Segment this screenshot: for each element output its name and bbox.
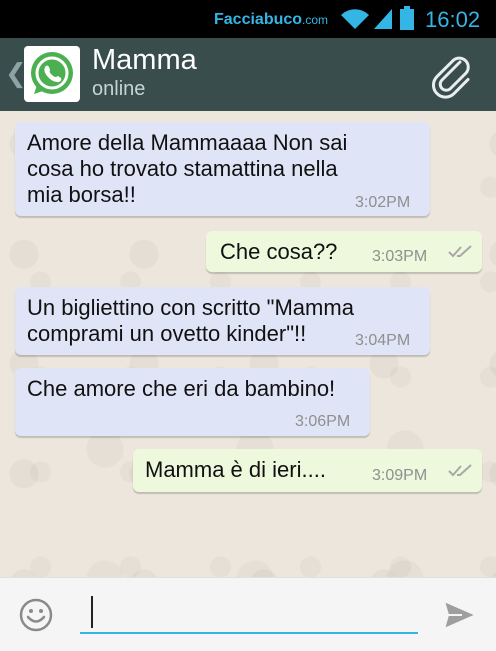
message-time: 3:09PM [372,467,428,484]
message-time: 3:04PM [355,332,411,349]
whatsapp-logo-icon [31,52,73,94]
message-bubble-outgoing[interactable]: Mamma è di ieri.... 3:09PM [133,449,482,492]
message-input[interactable] [80,594,418,634]
contact-name[interactable]: Mamma [92,44,197,77]
text-cursor [91,596,93,628]
double-check-icon [448,245,472,258]
status-bar: Facciabuco.com 16:02 [0,0,496,38]
message-time: 3:03PM [372,248,428,265]
message-line: Amore della Mammaaaa Non sai [27,130,348,155]
message-bubble-incoming[interactable]: Che amore che eri da bambino! 3:06PM [15,368,370,436]
message-line: Che amore che eri da bambino! [27,376,336,401]
contact-status: online [92,78,146,100]
message-line: comprami un ovetto kinder"!! [27,321,307,346]
message-line: Un bigliettino con scritto "Mamma [27,295,354,320]
message-line: mia borsa!! [27,182,136,207]
status-time: 16:02 [425,7,481,32]
message-time: 3:02PM [355,194,411,211]
paperclip-icon[interactable] [430,54,476,100]
message-line: Che cosa?? [220,239,338,264]
double-check-icon [448,464,472,477]
signal-icon [374,9,392,29]
message-time: 3:06PM [295,413,351,430]
emoji-icon[interactable] [19,598,53,632]
message-bubble-incoming[interactable]: Un bigliettino con scritto "Mamma compra… [15,287,430,355]
chat-header: ❮ Mamma online [0,38,496,111]
message-bubble-outgoing[interactable]: Che cosa?? 3:03PM [206,231,482,272]
message-line: cosa ho trovato stamattina nella [27,156,338,181]
compose-bar [0,577,496,651]
message-list[interactable]: Amore della Mammaaaa Non sai cosa ho tro… [0,111,496,577]
send-icon[interactable] [442,599,478,631]
avatar[interactable] [24,46,80,102]
carrier-watermark: Facciabuco.com [214,11,329,28]
message-line: Mamma è di ieri.... [145,457,326,482]
battery-icon [400,6,414,30]
message-bubble-incoming[interactable]: Amore della Mammaaaa Non sai cosa ho tro… [15,122,430,216]
wifi-icon [341,9,369,30]
